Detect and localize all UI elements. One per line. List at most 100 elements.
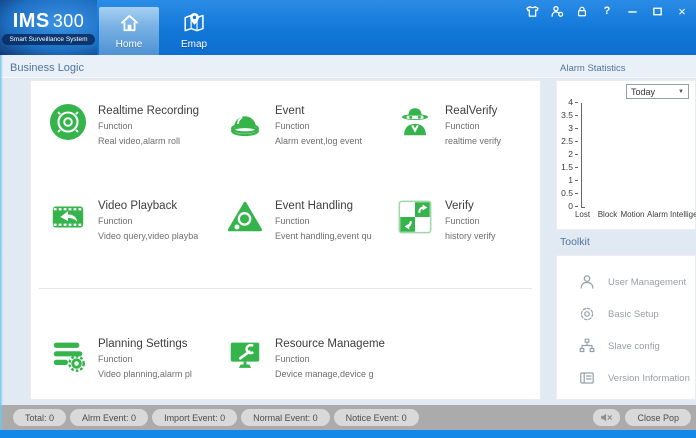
status-bar: Total: 0 Alrm Event: 0 Import Event: 0 N… <box>0 405 696 430</box>
feature-subtitle: Function <box>275 352 385 367</box>
window-border-left <box>0 55 3 430</box>
chart-axis-line <box>581 103 582 207</box>
record-lens-icon <box>49 103 87 141</box>
y-tick-label: 4 <box>557 98 578 107</box>
y-tick-label: 1 <box>557 176 578 185</box>
feature-title: Event Handling <box>275 199 372 214</box>
speaker-muted-icon <box>600 412 613 423</box>
feature-item-event[interactable]: Event Function Alarm event,log event <box>226 103 362 149</box>
toolkit-item-label: User Management <box>608 277 686 288</box>
window-border-bottom <box>0 430 696 438</box>
status-pill-notice-event[interactable]: Notice Event: 0 <box>334 409 419 426</box>
period-select[interactable]: Today ▼ <box>626 84 689 99</box>
feature-item-realverify[interactable]: RealVerify Function realtime verify <box>396 103 501 149</box>
feature-title: Realtime Recording <box>98 104 199 119</box>
chart-bars <box>583 103 690 207</box>
feature-description: Real video,alarm roll <box>98 134 199 149</box>
x-category-label: Lost <box>570 210 595 219</box>
x-category-label: Motion <box>620 210 645 219</box>
film-rewind-icon <box>49 198 87 236</box>
status-pill-import-event[interactable]: Import Event: 0 <box>152 409 237 426</box>
feature-subtitle: Function <box>98 119 199 134</box>
feature-subtitle: Function <box>98 214 198 229</box>
status-right-buttons: Close Pop <box>593 409 691 426</box>
skin-icon[interactable] <box>524 4 540 18</box>
tab-emap-label: Emap <box>181 39 207 50</box>
feature-description: Video query,video playba <box>98 229 198 244</box>
feature-title: Video Playback <box>98 199 198 214</box>
y-tick-label: 1.5 <box>557 163 578 172</box>
y-tick-label: 0.5 <box>557 189 578 198</box>
x-category-label: Intelligent <box>670 210 695 219</box>
feature-title: Resource Manageme <box>275 337 385 352</box>
x-category-label: Alarm <box>645 210 670 219</box>
playlist-gear-icon <box>49 336 87 374</box>
feature-title: Event <box>275 104 362 119</box>
feature-item-verify[interactable]: Verify Function history verify <box>396 198 496 244</box>
feature-subtitle: Function <box>445 214 496 229</box>
minimize-icon[interactable] <box>624 4 640 18</box>
feature-item-planning-settings[interactable]: Planning Settings Function Video plannin… <box>49 336 192 382</box>
app-title-main: IMS <box>13 10 50 32</box>
feature-item-event-handling[interactable]: Event Handling Function Event handling,e… <box>226 198 372 244</box>
lock-icon[interactable] <box>574 4 590 18</box>
alarm-statistics-panel: Today ▼ 43.532.521.510.50 LostBlockMotio… <box>556 80 696 230</box>
feature-description: Event handling,event qu <box>275 229 372 244</box>
maximize-icon[interactable] <box>649 4 665 18</box>
feature-subtitle: Function <box>445 119 501 134</box>
business-logic-title: Business Logic <box>10 62 84 74</box>
feature-title: Planning Settings <box>98 337 192 352</box>
app-title: IMS300 <box>13 11 85 31</box>
triangle-magnifier-icon <box>226 198 264 236</box>
close-pop-button[interactable]: Close Pop <box>625 409 691 426</box>
chart-y-axis: 43.532.521.510.50 <box>557 98 578 211</box>
app-title-sub: 300 <box>53 11 85 31</box>
feature-description: history verify <box>445 229 496 244</box>
network-tree-icon <box>579 338 595 354</box>
toolkit-item-label: Slave config <box>608 341 660 352</box>
monitor-wrench-icon <box>226 336 264 374</box>
toolkit-item-basic-setup[interactable]: Basic Setup <box>557 298 695 330</box>
status-pill-total[interactable]: Total: 0 <box>13 409 66 426</box>
close-icon[interactable]: × <box>674 4 690 18</box>
business-logic-panel: Realtime Recording Function Real video,a… <box>30 80 541 400</box>
toolkit-item-label: Basic Setup <box>608 309 659 320</box>
user-settings-icon[interactable] <box>549 4 565 18</box>
feature-title: RealVerify <box>445 104 501 119</box>
spy-icon <box>396 103 434 141</box>
feature-title: Verify <box>445 199 496 214</box>
help-icon[interactable]: ? <box>599 4 615 18</box>
version-info-icon <box>579 370 595 386</box>
tab-home[interactable]: Home <box>99 7 159 55</box>
top-bar: IMS300 Smart Surveillance System Home <box>0 0 696 55</box>
app-logo: IMS300 Smart Surveillance System <box>0 0 97 55</box>
status-pill-alrm-event[interactable]: Alrm Event: 0 <box>70 409 148 426</box>
toolkit-panel: User Management Basic Setup Slave config <box>556 255 696 400</box>
feature-item-resource-management[interactable]: Resource Manageme Function Device manage… <box>226 336 385 382</box>
y-tick-label: 3 <box>557 124 578 133</box>
gear-icon <box>579 306 595 322</box>
tab-home-label: Home <box>116 39 143 50</box>
checkerboard-arrows-icon <box>396 198 434 236</box>
y-tick-label: 2.5 <box>557 137 578 146</box>
y-tick-label: 3.5 <box>557 111 578 120</box>
feature-description: Alarm event,log event <box>275 134 362 149</box>
status-pill-normal-event[interactable]: Normal Event: 0 <box>241 409 330 426</box>
app-tagline: Smart Surveillance System <box>2 34 94 45</box>
feature-subtitle: Function <box>98 352 192 367</box>
toolkit-item-slave-config[interactable]: Slave config <box>557 330 695 362</box>
alarm-statistics-title: Alarm Statistics <box>560 63 625 74</box>
map-pin-icon <box>181 10 208 37</box>
feature-item-video-playback[interactable]: Video Playback Function Video query,vide… <box>49 198 198 244</box>
feature-description: Device manage,device g <box>275 367 385 382</box>
tab-emap[interactable]: Emap <box>164 7 224 55</box>
toolkit-item-label: Version Information <box>608 373 690 384</box>
panel-divider <box>39 288 532 289</box>
toolkit-item-version-information[interactable]: Version Information <box>557 362 695 394</box>
toolkit-item-user-management[interactable]: User Management <box>557 266 695 298</box>
chevron-down-icon: ▼ <box>678 89 688 95</box>
chart-axis-foot <box>581 207 585 208</box>
feature-subtitle: Function <box>275 119 362 134</box>
feature-item-realtime-recording[interactable]: Realtime Recording Function Real video,a… <box>49 103 199 149</box>
mute-button[interactable] <box>593 409 620 426</box>
